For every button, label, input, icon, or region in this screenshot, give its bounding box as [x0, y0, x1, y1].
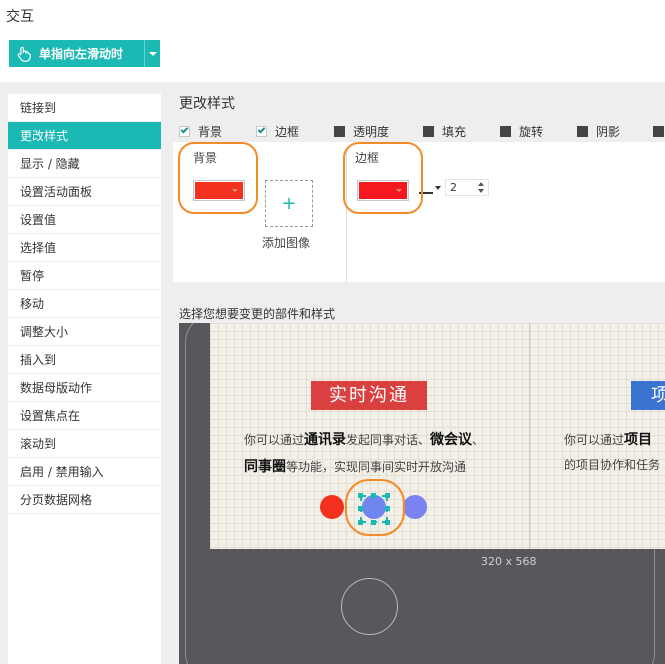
card1-line1: 你可以通过通讯录发起同事对话、微会议、	[244, 432, 485, 448]
trigger-dropdown[interactable]: 单指向左滑动时	[9, 40, 160, 67]
checkbox-border[interactable]: 边框	[256, 122, 299, 140]
action-item-change-style[interactable]: 更改样式	[8, 122, 161, 150]
checkbox-unchecked-icon[interactable]	[334, 125, 345, 137]
indicator-dot-blue[interactable]	[403, 495, 427, 519]
checkbox-label: 边框	[275, 124, 300, 139]
chevron-down-icon[interactable]	[478, 189, 484, 193]
checkbox-more[interactable]	[653, 122, 664, 140]
action-item-link[interactable]: 链接到	[8, 94, 161, 122]
style-panel: 更改样式 背景 边框 透明度 填充 旋转 阴影 背景 + 添加图像 边框 2 选…	[168, 82, 665, 664]
action-item-set-value[interactable]: 设置值	[8, 206, 161, 234]
plus-icon: +	[281, 193, 297, 214]
checkbox-unchecked-icon[interactable]	[577, 125, 588, 137]
action-item-scroll-to[interactable]: 滚动到	[8, 430, 161, 458]
card1-line2: 同事圈等功能，实现同事间实时开放沟通	[244, 459, 467, 475]
phone-screen: 实时沟通 你可以通过通讯录发起同事对话、微会议、 同事圈等功能，实现同事间实时开…	[210, 323, 665, 549]
callout-border	[343, 142, 423, 214]
action-item-wait[interactable]: 暂停	[8, 262, 161, 290]
callout-selected-dot	[345, 479, 405, 536]
page-divider	[529, 323, 530, 549]
chevron-down-icon[interactable]	[435, 186, 441, 190]
action-item-enable-disable[interactable]: 启用 / 禁用输入	[8, 458, 161, 486]
checkbox-unchecked-icon[interactable]	[423, 125, 434, 137]
interaction-editor: 交互 单指向左滑动时 链接到 更改样式 显示 / 隐藏 设置活动面板 设置值 选…	[0, 0, 665, 664]
border-width-stepper[interactable]: 2	[445, 179, 489, 196]
action-item-set-selected[interactable]: 选择值	[8, 234, 161, 262]
style-editor: 背景 + 添加图像 边框 2	[173, 142, 665, 282]
action-item-resize[interactable]: 调整大小	[8, 318, 161, 346]
checkbox-label: 旋转	[519, 124, 544, 139]
action-item-paging-grid[interactable]: 分页数据网格	[8, 486, 161, 514]
checkbox-shadow[interactable]: 阴影	[577, 122, 620, 140]
checkbox-label: 填充	[442, 124, 467, 139]
action-item-datamaster[interactable]: 数据母版动作	[8, 374, 161, 402]
checkbox-unchecked-icon[interactable]	[653, 125, 664, 137]
checkbox-label: 背景	[198, 124, 223, 139]
trigger-label: 单指向左滑动时	[39, 47, 124, 61]
checkbox-checked-icon[interactable]	[256, 125, 267, 137]
checkbox-label: 阴影	[596, 124, 621, 139]
action-item-insert[interactable]: 插入到	[8, 346, 161, 374]
hand-pointer-icon	[9, 46, 39, 62]
phone-preview: 实时沟通 你可以通过通讯录发起同事对话、微会议、 同事圈等功能，实现同事间实时开…	[179, 323, 665, 664]
card2-line1: 你可以通过项目	[564, 432, 653, 448]
action-item-move[interactable]: 移动	[8, 290, 161, 318]
badge-project[interactable]: 项	[631, 381, 665, 410]
checkbox-opacity[interactable]: 透明度	[334, 122, 389, 140]
badge-realtime-chat[interactable]: 实时沟通	[311, 381, 427, 410]
callout-background	[178, 142, 258, 214]
checkbox-rotate[interactable]: 旋转	[500, 122, 543, 140]
add-image-button[interactable]: +	[265, 180, 313, 227]
chevron-down-icon[interactable]	[144, 40, 160, 67]
checkbox-fill[interactable]: 填充	[423, 122, 466, 140]
chevron-up-icon[interactable]	[478, 182, 484, 186]
border-width-value: 2	[450, 181, 457, 194]
screen-size-label: 320 x 568	[481, 555, 537, 568]
checkbox-background[interactable]: 背景	[179, 122, 222, 140]
style-checkboxes: 背景 边框 透明度 填充 旋转 阴影	[179, 122, 665, 140]
indicator-dot-red[interactable]	[320, 495, 344, 519]
add-image-label: 添加图像	[262, 236, 311, 250]
action-item-show-hide[interactable]: 显示 / 隐藏	[8, 150, 161, 178]
page-title: 交互	[6, 9, 34, 25]
action-item-focus[interactable]: 设置焦点在	[8, 402, 161, 430]
checkbox-checked-icon[interactable]	[179, 125, 190, 137]
action-list: 链接到 更改样式 显示 / 隐藏 设置活动面板 设置值 选择值 暂停 移动 调整…	[8, 94, 161, 664]
home-button	[341, 578, 398, 635]
checkbox-unchecked-icon[interactable]	[500, 125, 511, 137]
action-item-set-panel-state[interactable]: 设置活动面板	[8, 178, 161, 206]
card2-line2: 的项目协作和任务	[564, 458, 661, 472]
checkbox-label: 透明度	[353, 124, 390, 139]
panel-title: 更改样式	[179, 96, 235, 112]
section-title: 选择您想要变更的部件和样式	[179, 307, 336, 321]
